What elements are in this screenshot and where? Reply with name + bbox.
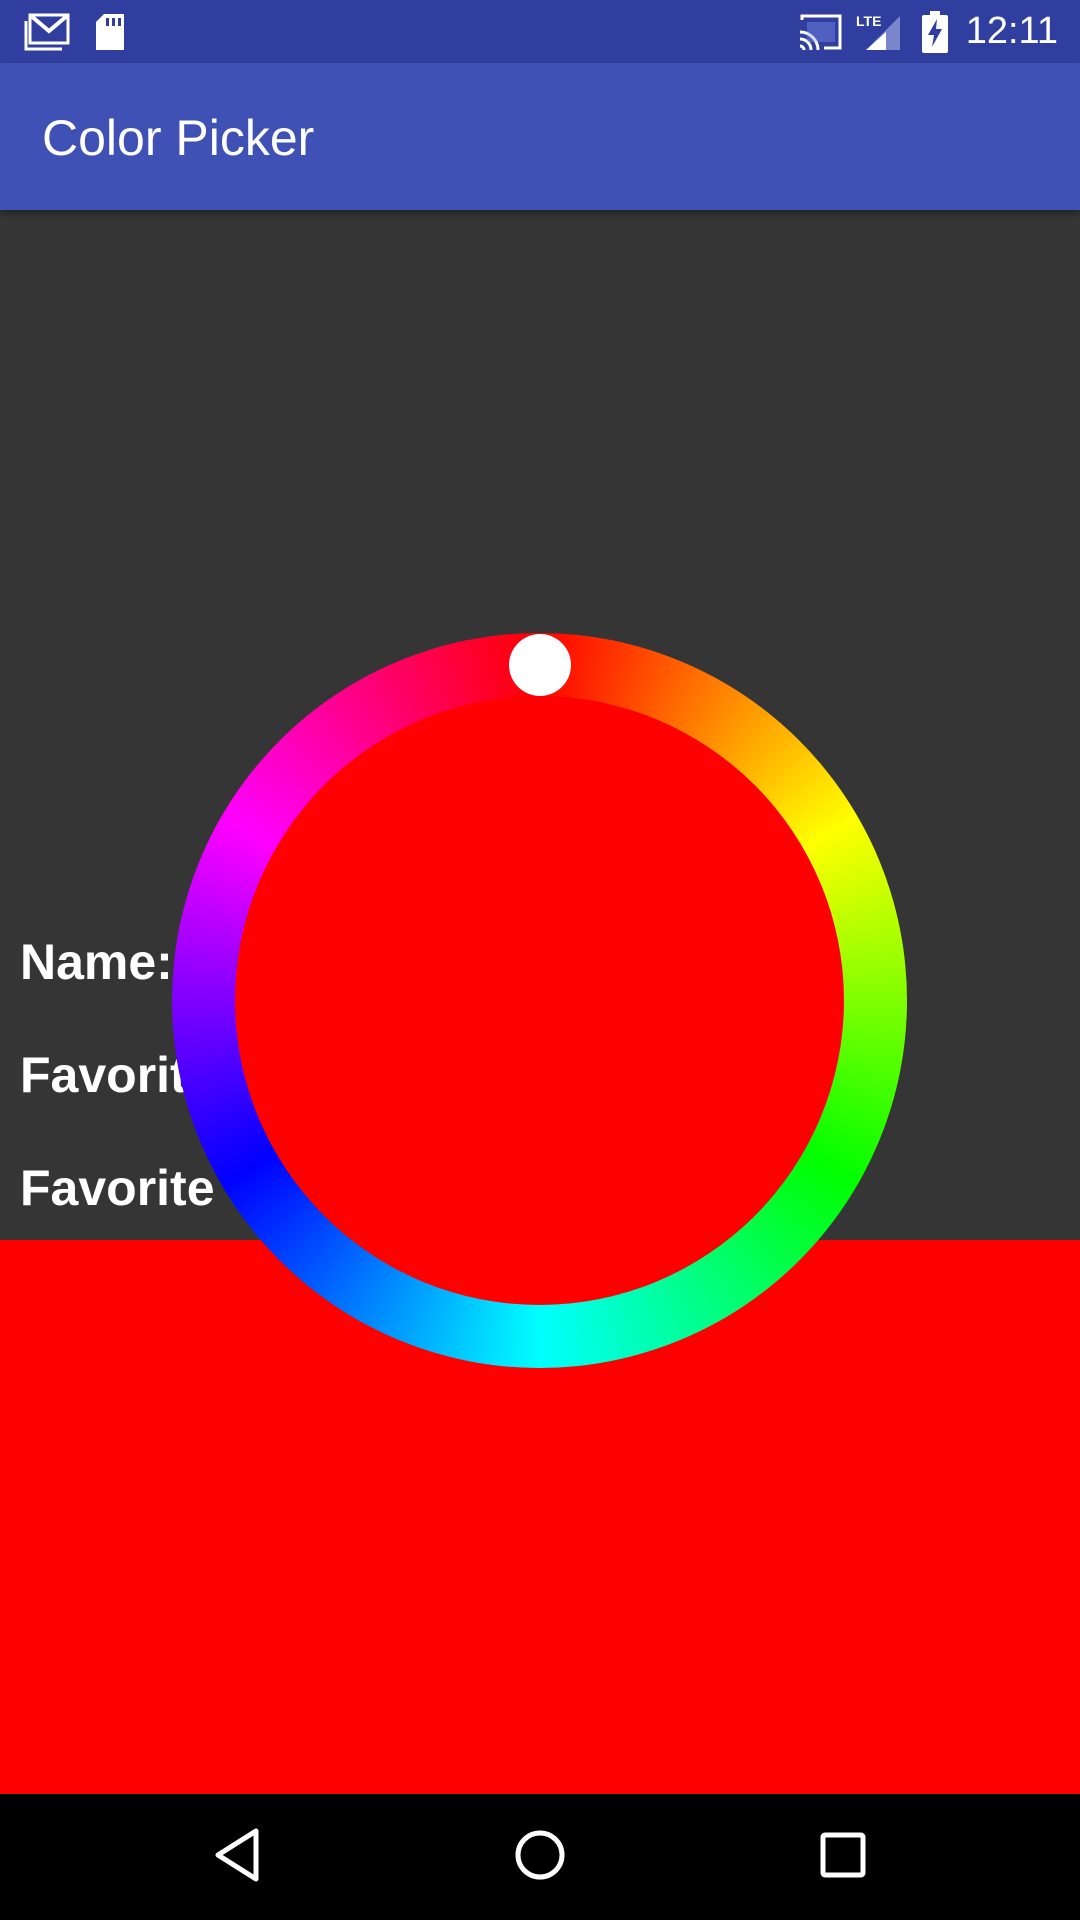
cast-icon xyxy=(797,0,843,63)
gmail-icon xyxy=(22,0,72,63)
recents-icon xyxy=(820,1832,866,1883)
selected-color-swatch[interactable] xyxy=(235,696,844,1305)
recents-button[interactable] xyxy=(780,1794,906,1920)
home-icon xyxy=(514,1829,566,1886)
screen: LTE 12:11 Color Picker Name: Favorit Fav… xyxy=(0,0,1080,1920)
app-title: Color Picker xyxy=(42,110,315,166)
app-bar: Color Picker xyxy=(0,63,1080,210)
sd-card-icon xyxy=(92,0,128,63)
status-bar: LTE 12:11 xyxy=(0,0,1080,63)
name-label: Name: xyxy=(20,934,173,990)
svg-text:LTE: LTE xyxy=(856,13,881,29)
lte-signal-icon: LTE xyxy=(856,0,902,63)
status-time: 12:11 xyxy=(965,10,1058,52)
battery-charging-icon xyxy=(920,0,950,63)
back-button[interactable] xyxy=(174,1794,300,1920)
favorite-label-1: Favorit xyxy=(20,1047,187,1103)
color-picker[interactable] xyxy=(172,633,907,1368)
navigation-bar xyxy=(0,1794,1080,1920)
hue-handle[interactable] xyxy=(508,633,571,696)
home-button[interactable] xyxy=(477,1794,603,1920)
back-icon xyxy=(214,1828,260,1887)
